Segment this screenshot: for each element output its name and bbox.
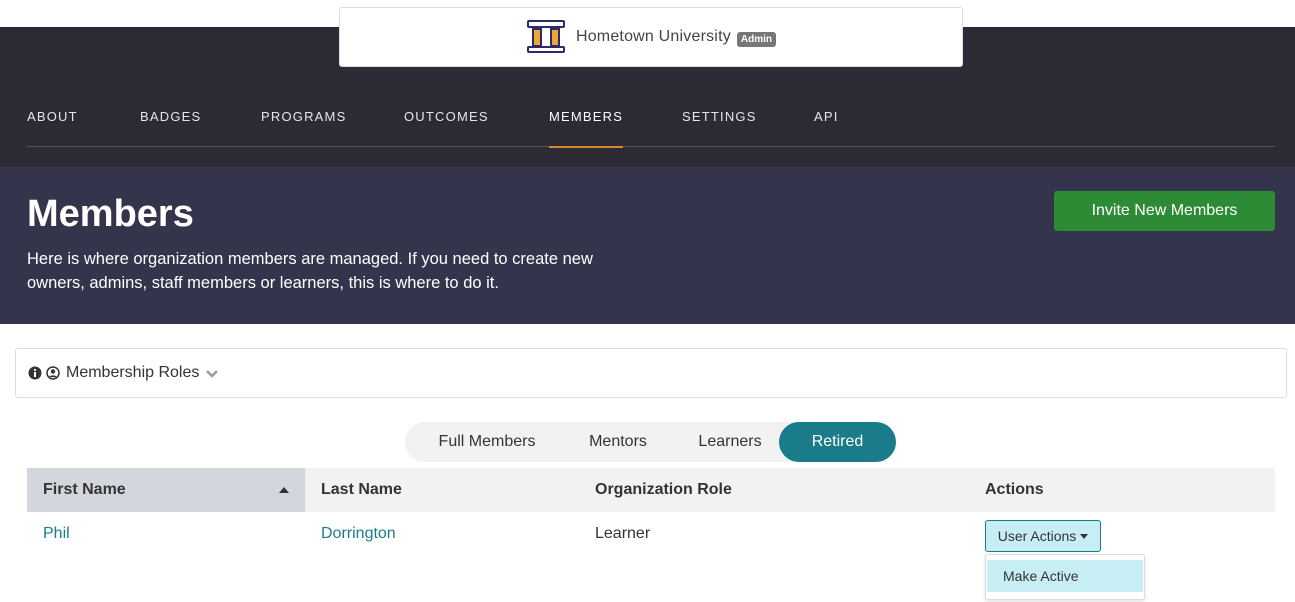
menu-item-make-active[interactable]: Make Active xyxy=(987,560,1143,592)
page-title: Members xyxy=(27,193,194,235)
page-description: Here is where organization members are m… xyxy=(27,250,593,292)
column-header-first-name[interactable]: First Name xyxy=(27,468,305,512)
tab-full-members[interactable]: Full Members xyxy=(419,422,555,462)
nav-item-about[interactable]: ABOUT xyxy=(27,95,78,147)
column-header-last-name[interactable]: Last Name xyxy=(305,468,579,512)
sort-ascending-icon xyxy=(279,487,289,493)
user-actions-menu: Make Active xyxy=(985,554,1145,600)
admin-badge: Admin xyxy=(736,31,777,47)
membership-roles-toggle[interactable]: Membership Roles xyxy=(15,348,1287,398)
membership-roles-label: Membership Roles xyxy=(66,364,200,381)
chevron-down-icon xyxy=(206,370,219,378)
cell-first-name: Phil xyxy=(27,512,70,556)
tab-learners[interactable]: Learners xyxy=(679,422,781,462)
cell-organization-role: Learner xyxy=(595,525,651,542)
column-header-organization-role[interactable]: Organization Role xyxy=(579,468,969,512)
info-icon xyxy=(28,366,42,380)
nav-item-outcomes[interactable]: OUTCOMES xyxy=(404,95,489,147)
tab-mentors[interactable]: Mentors xyxy=(565,422,671,462)
main-nav: ABOUT BADGES PROGRAMS OUTCOMES MEMBERS S… xyxy=(27,95,1275,148)
nav-item-api[interactable]: API xyxy=(814,95,839,147)
nav-item-badges[interactable]: BADGES xyxy=(140,95,201,147)
invite-new-members-button[interactable]: Invite New Members xyxy=(1054,191,1275,231)
column-header-label: First Name xyxy=(43,481,126,498)
cell-last-name: Dorrington xyxy=(305,512,396,556)
page-hero: Members Here is where organization membe… xyxy=(0,167,1295,324)
nav-item-programs[interactable]: PROGRAMS xyxy=(261,95,346,147)
members-table: First Name Last Name Organization Role A… xyxy=(27,468,1275,600)
nav-item-settings[interactable]: SETTINGS xyxy=(682,95,757,147)
tab-retired[interactable]: Retired xyxy=(779,422,896,462)
user-actions-button[interactable]: User Actions xyxy=(985,520,1101,552)
user-actions-label: User Actions xyxy=(997,528,1077,544)
member-type-tabs: Full Members Mentors Learners Retired xyxy=(405,422,896,462)
brand-name: Hometown University xyxy=(575,28,731,45)
member-first-name-link[interactable]: Phil xyxy=(43,525,70,542)
brand-card[interactable]: Hometown University Admin xyxy=(339,7,963,67)
column-header-actions: Actions xyxy=(985,481,1044,498)
caret-down-icon xyxy=(1080,533,1089,539)
university-pillars-icon xyxy=(526,20,565,53)
table-header: First Name Last Name Organization Role A… xyxy=(27,468,1275,512)
member-last-name-link[interactable]: Dorrington xyxy=(321,525,396,542)
nav-item-members[interactable]: MEMBERS xyxy=(549,95,624,148)
user-circle-icon xyxy=(46,366,60,380)
